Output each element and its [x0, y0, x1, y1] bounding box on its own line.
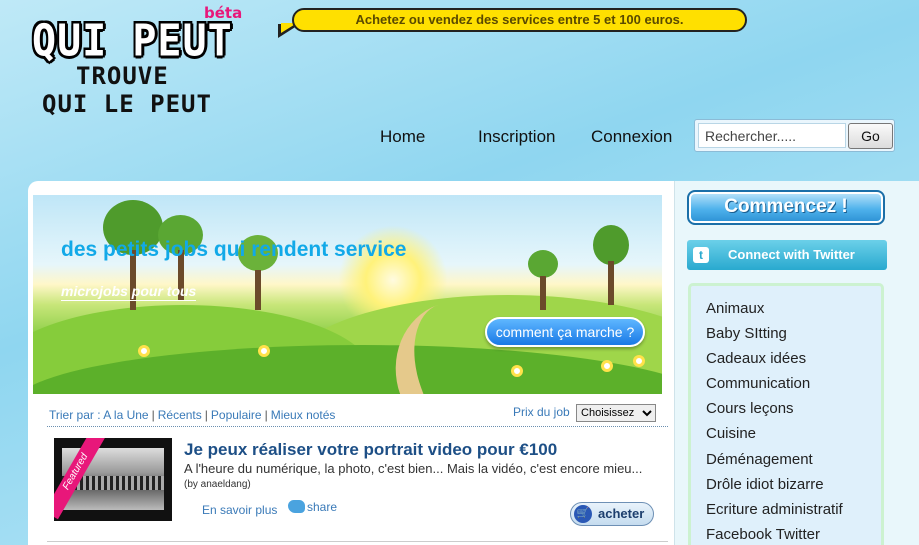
twitter-icon: t	[693, 247, 709, 263]
flower-illustration	[138, 345, 150, 357]
sort-top-rated[interactable]: Mieux notés	[271, 408, 336, 422]
logo-line-3: QUI LE PEUT	[42, 90, 212, 118]
price-select[interactable]: Choisissez	[576, 404, 657, 422]
category-item[interactable]: Déménagement	[706, 451, 813, 468]
promo-banner: Achetez ou vendez des services entre 5 e…	[292, 8, 747, 32]
buy-button[interactable]: 🛒 acheter	[570, 502, 654, 526]
share-link[interactable]: share	[288, 500, 337, 514]
category-item[interactable]: Cuisine	[706, 425, 756, 442]
job-description: A l'heure du numérique, la photo, c'est …	[184, 461, 643, 476]
sort-bar: Trier par : A la Une | Récents | Populaire | M…	[49, 408, 336, 422]
cart-icon: 🛒	[574, 505, 592, 523]
hero-banner: des petits jobs qui rendent service micr…	[33, 195, 662, 394]
twitter-label: Connect with Twitter	[728, 247, 855, 262]
flower-illustration	[633, 355, 645, 367]
search-go-button[interactable]: Go	[848, 123, 893, 149]
nav-signup[interactable]: Inscription	[478, 127, 555, 147]
twitter-bird-icon	[288, 500, 305, 513]
sort-featured[interactable]: A la Une	[103, 408, 148, 422]
tree-illustration	[528, 250, 558, 310]
start-button[interactable]: Commencez !	[687, 190, 885, 225]
flower-illustration	[601, 360, 613, 372]
how-it-works-button[interactable]: comment ça marche ?	[485, 317, 645, 347]
category-item[interactable]: Drôle idiot bizarre	[706, 476, 824, 493]
read-more-link[interactable]: En savoir plus	[202, 503, 277, 517]
divider	[47, 541, 668, 542]
category-item[interactable]: Baby SItting	[706, 325, 787, 342]
site-logo[interactable]: béta QUI PEUT TROUVE QUI LE PEUT	[30, 4, 265, 125]
share-label: share	[307, 500, 338, 514]
category-item[interactable]: Cours leçons	[706, 400, 794, 417]
flower-illustration	[258, 345, 270, 357]
hero-subtitle: microjobs pour tous	[61, 283, 197, 301]
category-item[interactable]: Communication	[706, 375, 810, 392]
price-filter: Prix du job Choisissez	[513, 404, 657, 422]
search-box: Go	[694, 119, 895, 152]
connect-twitter-button[interactable]: t Connect with Twitter	[687, 240, 887, 270]
logo-line-1: QUI PEUT	[32, 15, 233, 67]
category-item[interactable]: Ecriture administratif	[706, 501, 843, 518]
search-input[interactable]	[698, 123, 846, 148]
category-item[interactable]: Animaux	[706, 300, 764, 317]
sort-popular[interactable]: Populaire	[211, 408, 262, 422]
hero-tagline: des petits jobs qui rendent service	[61, 238, 407, 261]
buy-label: acheter	[598, 506, 645, 521]
job-title-link[interactable]: Je peux réaliser votre portrait video po…	[184, 440, 557, 460]
job-author: (by anaeldang)	[184, 479, 251, 490]
category-list: Animaux Baby SItting Cadeaux idées Commu…	[688, 283, 884, 545]
divider	[47, 426, 668, 427]
sort-recent[interactable]: Récents	[158, 408, 202, 422]
category-item[interactable]: Facebook Twitter	[706, 526, 820, 543]
sort-label: Trier par :	[49, 408, 101, 422]
flower-illustration	[511, 365, 523, 377]
tree-illustration	[593, 225, 629, 305]
price-label: Prix du job	[513, 405, 570, 419]
nav-home[interactable]: Home	[380, 127, 425, 147]
job-thumbnail[interactable]: Featured	[54, 438, 172, 521]
category-item[interactable]: Cadeaux idées	[706, 350, 806, 367]
nav-login[interactable]: Connexion	[591, 127, 672, 147]
logo-line-2: TROUVE	[76, 62, 169, 90]
